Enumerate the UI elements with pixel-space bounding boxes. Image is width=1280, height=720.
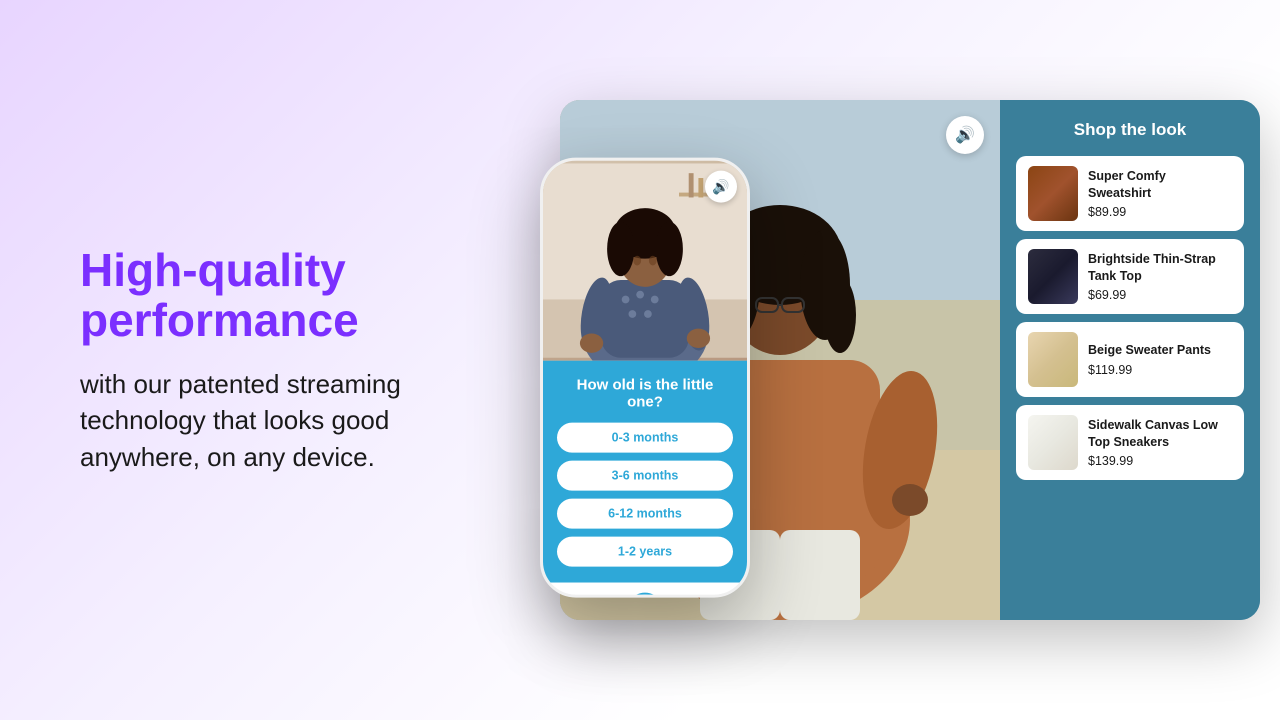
product-list: Super Comfy Sweatshirt $89.99 Brightside T…: [1016, 156, 1244, 488]
phone-video: 🔊: [543, 161, 747, 361]
headline-line1: High-quality: [80, 244, 346, 296]
phone: 🔊 How old is the little one? 0-3 months …: [540, 158, 750, 598]
shop-panel: Shop the look Super Comfy Sweatshirt $89.…: [1000, 100, 1260, 620]
product-card-3[interactable]: Beige Sweater Pants $119.99: [1016, 322, 1244, 397]
phone-bottom: ←: [543, 583, 747, 598]
product-info-4: Sidewalk Canvas Low Top Sneakers $139.99: [1088, 417, 1232, 468]
product-price-3: $119.99: [1088, 363, 1232, 377]
quiz-option-3[interactable]: 6-12 months: [557, 499, 733, 529]
product-card-4[interactable]: Sidewalk Canvas Low Top Sneakers $139.99: [1016, 405, 1244, 480]
phone-sound-button[interactable]: 🔊: [705, 171, 737, 203]
product-name-2: Brightside Thin-Strap Tank Top: [1088, 251, 1232, 284]
product-thumb-3: [1028, 332, 1078, 387]
headline: High-quality performance: [80, 245, 420, 346]
tablet-sound-button[interactable]: 🔊: [946, 116, 984, 154]
product-card-1[interactable]: Super Comfy Sweatshirt $89.99: [1016, 156, 1244, 231]
product-thumb-4: [1028, 415, 1078, 470]
product-info-1: Super Comfy Sweatshirt $89.99: [1088, 168, 1232, 219]
phone-quiz: How old is the little one? 0-3 months 3-…: [543, 361, 747, 583]
product-name-3: Beige Sweater Pants: [1088, 342, 1232, 358]
quiz-option-1[interactable]: 0-3 months: [557, 423, 733, 453]
devices-section: 🔊 Shop the look Super Comfy Sweatshirt $8…: [480, 0, 1280, 720]
product-price-1: $89.99: [1088, 205, 1232, 219]
product-name-4: Sidewalk Canvas Low Top Sneakers: [1088, 417, 1232, 450]
product-price-4: $139.99: [1088, 454, 1232, 468]
product-thumb-2: [1028, 249, 1078, 304]
product-name-1: Super Comfy Sweatshirt: [1088, 168, 1232, 201]
headline-line2: performance: [80, 294, 359, 346]
product-info-3: Beige Sweater Pants $119.99: [1088, 342, 1232, 376]
product-info-2: Brightside Thin-Strap Tank Top $69.99: [1088, 251, 1232, 302]
product-thumb-1: [1028, 166, 1078, 221]
product-price-2: $69.99: [1088, 288, 1232, 302]
product-card-2[interactable]: Brightside Thin-Strap Tank Top $69.99: [1016, 239, 1244, 314]
left-section: High-quality performance with our patent…: [0, 185, 480, 535]
back-button[interactable]: ←: [627, 593, 663, 598]
subtext: with our patented streaming technology t…: [80, 366, 420, 475]
quiz-question: How old is the little one?: [557, 377, 733, 411]
shop-title: Shop the look: [1016, 120, 1244, 140]
quiz-option-4[interactable]: 1-2 years: [557, 537, 733, 567]
quiz-option-2[interactable]: 3-6 months: [557, 461, 733, 491]
